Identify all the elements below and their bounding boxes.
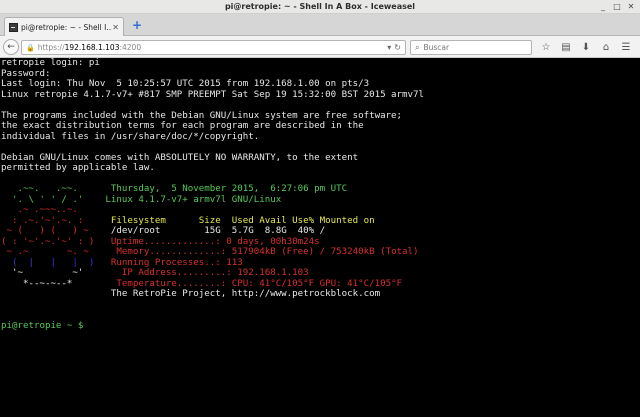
motd-line: '. \ ' ' / .' Linux 4.1.7-v7+ armv7l GNU… xyxy=(1,195,640,206)
terminal-line: individual files in /usr/share/doc/*/cop… xyxy=(1,131,260,142)
back-button[interactable]: ← xyxy=(3,39,19,55)
motd-line: The RetroPie Project, http://www.petrock… xyxy=(1,289,640,300)
prompt-symbol: $ xyxy=(77,320,84,331)
tab-title: pi@retropie: ~ - Shell I... xyxy=(21,22,113,32)
terminal-line: the exact distribution terms for each pr… xyxy=(1,121,364,131)
motd-line: *--~-~--* Temperature........: CPU: 41°C… xyxy=(1,279,640,290)
motd-project: The RetroPie Project, http://www.petrock… xyxy=(110,289,381,299)
motd-line: ~ ( ) ( ) ~ /dev/root 15G 5.7G 8.8G 40% … xyxy=(1,226,640,237)
motd-temp-label: Temperature........: xyxy=(116,278,232,289)
download-icon[interactable]: ⬇ xyxy=(578,39,594,55)
raspberry-logo-line: ~ .~ ~. ~ xyxy=(1,247,89,257)
search-input[interactable] xyxy=(423,43,524,52)
raspberry-logo-line: ( | | | ) xyxy=(1,257,95,268)
terminal-line: Last login: Thu Nov 5 10:25:57 UTC 2015 … xyxy=(1,79,370,89)
new-tab-button[interactable]: + xyxy=(130,18,144,32)
raspberry-logo-line: '~ ~' xyxy=(1,268,89,278)
motd-line: : .~.'~'.~. : Filesystem Size Used Avail… xyxy=(1,216,640,227)
url-host: 192.168.1.103 xyxy=(64,43,120,52)
prompt-path: ~ xyxy=(61,320,78,331)
motd-line: ~ .~ ~. ~ Memory.............: 517904kB … xyxy=(1,247,640,258)
raspberry-logo-line: '. \ ' ' / .' xyxy=(1,194,89,205)
motd-line: ( | | | ) Running Processes..: 113 xyxy=(1,258,640,269)
prompt-user-host: pi@retropie xyxy=(1,320,62,331)
terminal-line: Debian GNU/Linux comes with ABSOLUTELY N… xyxy=(1,152,359,163)
tab-strip: pi@retropie: ~ - Shell I... ✕ + xyxy=(0,14,640,36)
motd-line: .~ .~~~..~. xyxy=(1,205,640,216)
url-bar[interactable]: 🔒 https:// 192.168.1.103 :4200 ▾ ↻ xyxy=(21,40,406,55)
terminal-prompt[interactable]: pi@retropie ~ $ xyxy=(1,321,640,332)
search-bar[interactable]: ⌕ xyxy=(410,40,532,55)
terminal-screen[interactable]: retropie login: pi Password: Last login:… xyxy=(0,58,640,417)
raspberry-logo-line: *--~-~--* xyxy=(1,278,89,289)
raspberry-logo-line: .~ .~~~..~. xyxy=(1,205,89,215)
url-port: :4200 xyxy=(119,43,142,52)
toolbar-buttons: ☆ ▤ ⬇ ⌂ ☰ xyxy=(538,39,634,55)
lock-icon[interactable]: 🔒 xyxy=(26,44,35,52)
reload-icon[interactable]: ↻ xyxy=(394,43,401,52)
tab-close-icon[interactable]: ✕ xyxy=(112,23,119,32)
motd-uptime-label: Uptime.............: xyxy=(110,236,227,247)
motd-memory-label: Memory.............: xyxy=(116,247,232,257)
motd-ip-label: IP Address.........: xyxy=(121,268,238,278)
close-window-button[interactable]: ✕ xyxy=(626,1,636,12)
raspberry-logo-line: ~ ( ) ( ) ~ xyxy=(1,226,89,236)
url-actions: ▾ ↻ xyxy=(387,43,401,52)
motd-processes-label: Running Processes..: xyxy=(110,257,227,268)
menu-icon[interactable]: ☰ xyxy=(618,39,634,55)
motd-uptime-value: 0 days, 00h30m24s xyxy=(226,236,320,247)
search-icon: ⌕ xyxy=(415,42,420,52)
window-controls: _ □ ✕ xyxy=(598,1,636,12)
url-protocol: https:// xyxy=(37,43,65,52)
terminal-line: The programs included with the Debian GN… xyxy=(1,110,403,121)
url-dropdown-icon[interactable]: ▾ xyxy=(387,43,391,52)
reading-list-icon[interactable]: ▤ xyxy=(558,39,574,55)
home-icon[interactable]: ⌂ xyxy=(598,39,614,55)
terminal-line: Password: xyxy=(1,68,51,79)
motd-temp-value: CPU: 41°C/105°F GPU: 41°C/105°F xyxy=(231,278,403,289)
raspberry-logo-line: .~~. .~~. xyxy=(1,184,89,194)
terminal-line: retropie login: pi xyxy=(1,58,100,68)
motd-fs-row: /dev/root 15G 5.7G 8.8G 40% / xyxy=(110,226,326,236)
motd-line: '~ ~' IP Address.........: 192.168.1.103 xyxy=(1,268,640,279)
motd-ip-value: 192.168.1.103 xyxy=(237,268,309,278)
motd-fs-header: Filesystem Size Used Avail Use% Mounted … xyxy=(110,215,375,226)
bookmark-star-icon[interactable]: ☆ xyxy=(538,39,554,55)
motd-kernel: Linux 4.1.7-v7+ armv7l GNU/Linux xyxy=(105,194,282,205)
raspberry-logo-line: : .~.'~'.~. : xyxy=(1,215,89,226)
window-titlebar: pi@retropie: ~ - Shell In A Box - Icewea… xyxy=(0,0,640,14)
tab-shell[interactable]: pi@retropie: ~ - Shell I... ✕ xyxy=(4,17,124,36)
terminal-line: Linux retropie 4.1.7-v7+ #817 SMP PREEMP… xyxy=(1,89,425,100)
motd-line: ( : '~'.~.'~' : ) Uptime.............: 0… xyxy=(1,237,640,248)
terminal-line: permitted by applicable law. xyxy=(1,163,155,173)
minimize-button[interactable]: _ xyxy=(598,1,608,12)
maximize-button[interactable]: □ xyxy=(612,1,622,12)
motd-date: Thursday, 5 November 2015, 6:27:06 pm UT… xyxy=(110,184,348,194)
navigation-bar: ← 🔒 https:// 192.168.1.103 :4200 ▾ ↻ ⌕ ☆… xyxy=(0,36,640,58)
raspberry-logo-line: ( : '~'.~.'~' : ) xyxy=(1,236,95,247)
motd-memory-value: 517904kB (Free) / 753240kB (Total) xyxy=(231,247,419,257)
window-title: pi@retropie: ~ - Shell In A Box - Icewea… xyxy=(224,2,416,11)
terminal-favicon-icon xyxy=(9,22,18,32)
motd-line: .~~. .~~. Thursday, 5 November 2015, 6:2… xyxy=(1,184,640,195)
motd-processes-value: 113 xyxy=(226,257,243,268)
